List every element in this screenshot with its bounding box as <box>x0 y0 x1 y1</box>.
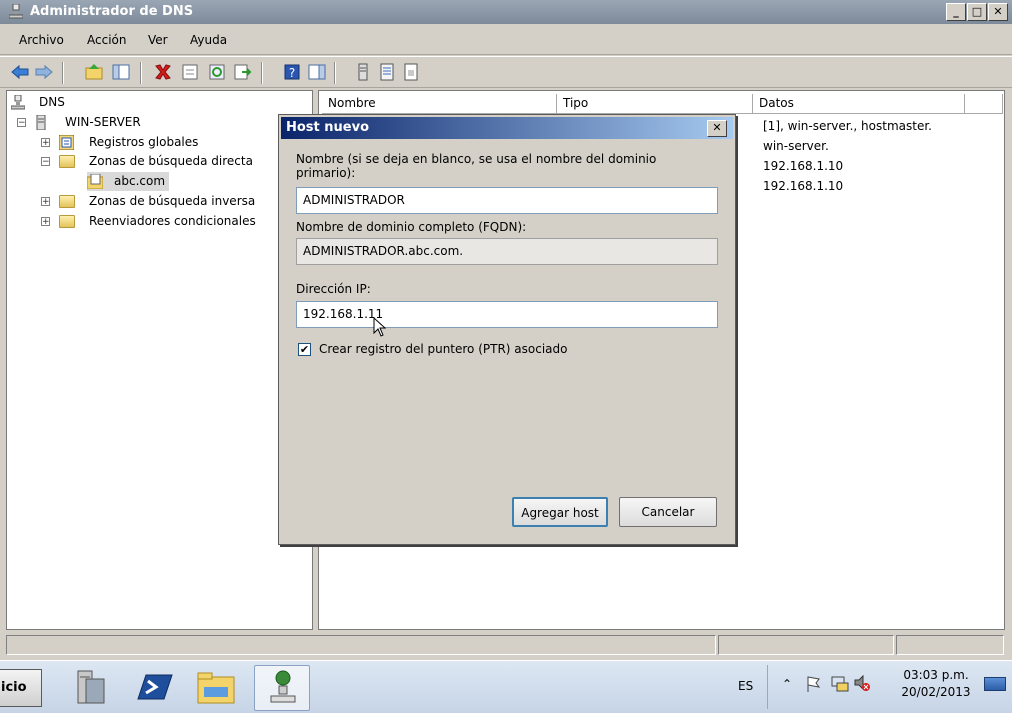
menu-ver[interactable]: Ver <box>148 33 168 47</box>
window-title: Administrador de DNS <box>30 4 194 19</box>
clock-date: 20/02/2013 <box>901 685 971 699</box>
status-bar <box>0 632 1012 658</box>
tree-pane[interactable]: DNS − WIN-SERVER + Registros globales − … <box>6 90 313 630</box>
taskbar: icio ES ⌃ 03:03 p.m. 20/02/2013 <box>0 660 1012 713</box>
minimize-button[interactable]: _ <box>946 3 966 21</box>
toolbar-separator <box>261 62 263 84</box>
refresh-icon[interactable] <box>207 62 227 82</box>
window-titlebar[interactable]: Administrador de DNS _ □ ✕ <box>0 0 1012 24</box>
tree-label: Registros globales <box>89 135 199 149</box>
ip-address-input[interactable]: 192.168.1.11 <box>296 301 718 328</box>
show-tree-icon[interactable] <box>111 62 131 82</box>
column-header-nombre[interactable]: Nombre <box>322 94 557 114</box>
tree-label: Zonas de búsqueda inversa <box>89 194 256 208</box>
svg-text:?: ? <box>289 66 295 80</box>
dialog-close-button[interactable]: ✕ <box>707 120 727 137</box>
zone-file-icon <box>87 174 103 189</box>
dns-app-icon <box>9 4 23 19</box>
mouse-cursor-icon <box>373 317 386 337</box>
fqdn-label: Nombre de dominio completo (FQDN): <box>296 220 527 234</box>
toolbar: ? <box>0 56 1012 88</box>
dialog-title: Host nuevo <box>286 120 370 135</box>
status-cell <box>718 635 894 655</box>
add-host-button[interactable]: Agregar host <box>512 497 608 527</box>
forward-arrow-icon[interactable] <box>34 62 54 82</box>
tree-label: WIN-SERVER <box>65 115 141 129</box>
menu-accion[interactable]: Acción <box>87 33 126 47</box>
network-icon[interactable] <box>831 674 849 692</box>
powershell-icon[interactable] <box>128 665 180 711</box>
language-label: ES <box>738 679 754 693</box>
properties-icon[interactable] <box>180 62 200 82</box>
folder-icon <box>59 215 75 228</box>
record-data[interactable]: 192.168.1.10 <box>763 159 843 173</box>
collapse-toggle[interactable]: − <box>17 118 26 128</box>
expand-toggle[interactable]: + <box>41 197 50 207</box>
help-icon[interactable]: ? <box>282 62 302 82</box>
taskbar-active-dns[interactable] <box>254 665 310 711</box>
column-header-datos[interactable]: Datos <box>753 94 965 114</box>
action-pane-icon[interactable] <box>307 62 327 82</box>
expand-toggle[interactable]: + <box>41 138 50 148</box>
create-ptr-checkbox[interactable]: ✔ <box>298 343 311 356</box>
toolbar-separator <box>334 62 336 84</box>
explorer-folder-icon[interactable] <box>190 665 242 711</box>
tree-label: abc.com <box>114 174 166 188</box>
export-list-icon[interactable] <box>232 62 252 82</box>
close-button[interactable]: ✕ <box>988 3 1008 21</box>
status-cell <box>6 635 716 655</box>
column-header-empty <box>965 94 1003 114</box>
menu-ayuda[interactable]: Ayuda <box>190 33 227 47</box>
record-data[interactable]: [1], win-server., hostmaster. <box>763 119 932 133</box>
tree-label: DNS <box>39 95 65 109</box>
folder-icon <box>59 195 75 208</box>
menu-archivo[interactable]: Archivo <box>19 33 64 47</box>
collapse-toggle[interactable]: − <box>41 157 50 167</box>
dns-icon <box>11 95 25 110</box>
tree-label: Zonas de búsqueda directa <box>89 154 253 168</box>
start-label: icio <box>1 680 27 695</box>
status-cell <box>896 635 1004 655</box>
server-icon <box>36 115 46 130</box>
dialog-titlebar[interactable]: Host nuevo ✕ <box>281 117 733 139</box>
clock[interactable]: 03:03 p.m. 20/02/2013 <box>896 667 976 707</box>
toolbar-separator <box>62 62 64 84</box>
language-indicator[interactable]: ES <box>730 665 768 709</box>
delete-icon[interactable] <box>153 62 173 82</box>
ip-label: Dirección IP: <box>296 282 371 296</box>
action-center-flag-icon[interactable] <box>806 675 822 693</box>
expand-toggle[interactable]: + <box>41 217 50 227</box>
show-hidden-icons[interactable]: ⌃ <box>782 677 792 691</box>
dns-icon <box>270 670 296 703</box>
toolbar-separator <box>140 62 142 84</box>
clock-time: 03:03 p.m. <box>903 668 969 682</box>
up-folder-icon[interactable] <box>84 62 104 82</box>
host-name-input[interactable]: ADMINISTRADOR <box>296 187 718 214</box>
new-host-dialog: Host nuevo ✕ Nombre (si se deja en blanc… <box>278 114 736 545</box>
tree-label: Reenviadores condicionales <box>89 214 256 228</box>
maximize-button[interactable]: □ <box>967 3 987 21</box>
record-data[interactable]: 192.168.1.10 <box>763 179 843 193</box>
show-desktop-button[interactable] <box>984 677 1006 691</box>
server-icon[interactable] <box>353 62 373 82</box>
start-button[interactable]: icio <box>0 669 42 707</box>
volume-muted-icon[interactable] <box>853 674 871 692</box>
record-data[interactable]: win-server. <box>763 139 829 153</box>
fqdn-field: ADMINISTRADOR.abc.com. <box>296 238 718 265</box>
record-list-icon[interactable] <box>377 62 397 82</box>
tree-node-abc-com[interactable]: abc.com abc.com <box>87 172 170 191</box>
back-arrow-icon[interactable] <box>10 62 30 82</box>
record-document-icon[interactable] <box>401 62 421 82</box>
cancel-button[interactable]: Cancelar <box>619 497 717 527</box>
column-header-tipo[interactable]: Tipo <box>557 94 753 114</box>
name-label: Nombre (si se deja en blanco, se usa el … <box>296 152 657 180</box>
global-records-icon <box>59 135 74 150</box>
menu-bar: Archivo Acción Ver Ayuda <box>0 25 1012 55</box>
server-manager-icon[interactable] <box>64 665 116 711</box>
create-ptr-label: Crear registro del puntero (PTR) asociad… <box>319 342 568 356</box>
folder-icon <box>59 155 75 168</box>
